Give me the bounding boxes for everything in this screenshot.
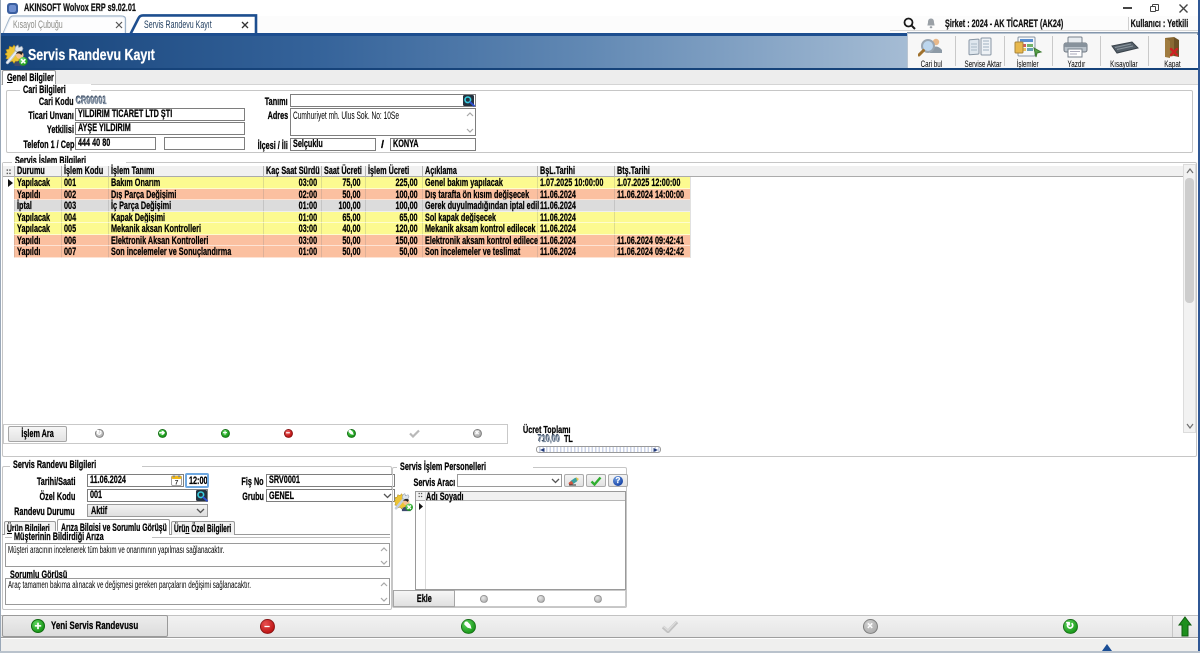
svg-text:7: 7 <box>175 480 179 487</box>
